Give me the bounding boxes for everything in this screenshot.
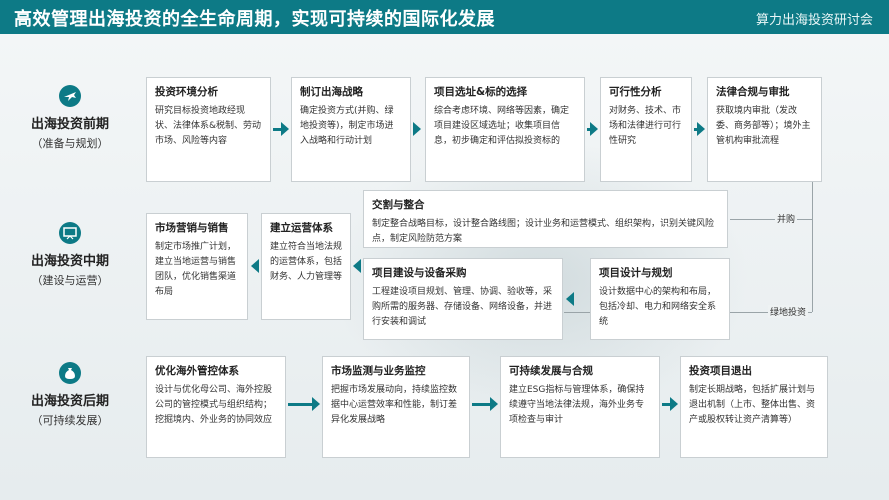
box-title: 法律合规与审批 (716, 86, 790, 98)
stage-pre-name: 出海投资前期 (30, 117, 109, 132)
box-title: 项目建设与设备采购 (372, 267, 467, 279)
mid-box-design: 项目设计与规划 设计数据中心的架构和布局，包括冷却、电力和网络安全系统 (590, 258, 730, 340)
box-title: 可行性分析 (609, 86, 662, 98)
box-body: 设计数据中心的架构和布局，包括冷却、电力和网络安全系统 (599, 287, 717, 327)
box-title: 项目选址&标的选择 (434, 86, 528, 98)
mid-box-marketing: 市场营销与销售 制定市场推广计划，建立当地运营与销售团队，优化销售渠道布局 (146, 213, 248, 320)
box-title: 市场监测与业务监控 (331, 365, 426, 377)
page-title: 高效管理出海投资的全生命周期，实现可持续的国际化发展 (14, 9, 495, 30)
pre-box-feasibility: 可行性分析 对财务、技术、市场和法律进行可行性研究 (600, 77, 692, 182)
post-box-governance: 优化海外管控体系 设计与优化母公司、海外控股公司的管控模式与组织结构；挖掘境内、… (146, 356, 286, 458)
box-body: 综合考虑环境、网络等因素，确定项目建设区域选址；收集项目信息，初步确定和评估拟投… (434, 106, 570, 146)
label-greenfield: 绿地投资 (768, 305, 809, 318)
box-body: 制定整合战略目标，设计整合路线图；设计业务和运营模式、组织架构，识别关键风险点，… (372, 219, 715, 244)
stage-pre: 出海投资前期 （准备与规划） (0, 85, 140, 151)
arrow-left-icon (566, 292, 574, 306)
box-body: 制定市场推广计划，建立当地运营与销售团队，优化销售渠道布局 (155, 242, 237, 297)
pre-box-investment-environment: 投资环境分析 研究目标投资地政经现状、法律体系&税制、劳动市场、风险等内容 (146, 77, 271, 182)
stage-post-sub: （可持续发展） (31, 414, 109, 427)
box-body: 获取境内审批（发改委、商务部等）；境外主管机构审批流程 (716, 106, 811, 146)
arrow-right-icon (590, 122, 598, 136)
box-body: 研究目标投资地政经现状、法律体系&税制、劳动市场、风险等内容 (155, 106, 262, 146)
mid-box-construction: 项目建设与设备采购 工程建设项目规划、管理、协调、验收等，采购所需的服务器、存储… (363, 258, 563, 340)
box-title: 可持续发展与合规 (509, 365, 593, 377)
box-body: 确定投资方式(并购、绿地投资等)，制定市场进入战略和行动计划 (300, 106, 394, 146)
box-title: 优化海外管控体系 (155, 365, 239, 377)
stage-mid-sub: （建设与运营） (31, 274, 109, 287)
stage-pre-sub: （准备与规划） (31, 137, 109, 150)
arrow-left-icon (353, 259, 361, 273)
box-title: 建立运营体系 (270, 222, 333, 234)
arrow-left-icon (251, 259, 259, 273)
arrow-shaft (472, 403, 492, 406)
arrow-right-icon (670, 397, 678, 411)
money-bag-icon (59, 362, 81, 384)
connector-line (730, 219, 812, 220)
arrow-right-icon (281, 122, 289, 136)
box-body: 工程建设项目规划、管理、协调、验收等，采购所需的服务器、存储设备、网络设备，并进… (372, 287, 553, 327)
arrow-right-icon (490, 397, 498, 411)
connector-line (812, 182, 813, 312)
post-box-sustainability: 可持续发展与合规 建立ESG指标与管理体系，确保持续遵守当地法律法规，海外业务专… (500, 356, 660, 458)
pre-box-strategy: 制订出海战略 确定投资方式(并购、绿地投资等)，制定市场进入战略和行动计划 (291, 77, 411, 182)
mid-box-operations: 建立运营体系 建立符合当地法规的运营体系，包括财务、人力管理等 (261, 213, 351, 320)
box-title: 制订出海战略 (300, 86, 363, 98)
arrow-right-icon (312, 397, 320, 411)
box-body: 制定长期战略，包括扩展计划与退出机制（上市、整体出售、资产或股权转让资产清算等） (689, 385, 816, 425)
box-body: 建立ESG指标与管理体系，确保持续遵守当地法律法规，海外业务专项检查与审计 (509, 385, 645, 425)
box-title: 投资项目退出 (689, 365, 752, 377)
arrow-right-icon (697, 122, 705, 136)
arrow-right-icon (413, 122, 421, 136)
airplane-icon (59, 85, 81, 107)
header-bar: 高效管理出海投资的全生命周期，实现可持续的国际化发展 算力出海投资研讨会 (0, 0, 889, 34)
stage-mid-name: 出海投资中期 (30, 254, 109, 269)
pre-box-compliance: 法律合规与审批 获取境内审批（发改委、商务部等）；境外主管机构审批流程 (707, 77, 822, 182)
stage-post-name: 出海投资后期 (30, 394, 109, 409)
box-body: 对财务、技术、市场和法律进行可行性研究 (609, 106, 682, 146)
post-box-monitoring: 市场监测与业务监控 把握市场发展动向，持续监控数据中心运营效率和性能，制订差异化… (322, 356, 470, 458)
stage-post: 出海投资后期 （可持续发展） (0, 362, 140, 428)
box-title: 交割与整合 (372, 199, 425, 211)
post-box-exit: 投资项目退出 制定长期战略，包括扩展计划与退出机制（上市、整体出售、资产或股权转… (680, 356, 828, 458)
page-subtitle: 算力出海投资研讨会 (755, 13, 873, 28)
pre-box-site-selection: 项目选址&标的选择 综合考虑环境、网络等因素，确定项目建设区域选址；收集项目信息… (425, 77, 585, 182)
presentation-board-icon (59, 222, 81, 244)
box-body: 设计与优化母公司、海外控股公司的管控模式与组织结构；挖掘境内、外业务的协同效应 (155, 385, 273, 425)
mid-box-merge: 交割与整合 制定整合战略目标，设计整合路线图；设计业务和运营模式、组织架构，识别… (363, 190, 728, 248)
label-merge: 并购 (775, 212, 798, 225)
box-title: 投资环境分析 (155, 86, 218, 98)
box-title: 市场营销与销售 (155, 222, 229, 234)
arrow-shaft (288, 403, 314, 406)
stage-mid: 出海投资中期 （建设与运营） (0, 222, 140, 288)
box-body: 把握市场发展动向，持续监控数据中心运营效率和性能，制订差异化发展战略 (331, 385, 458, 425)
box-title: 项目设计与规划 (599, 267, 673, 279)
box-body: 建立符合当地法规的运营体系，包括财务、人力管理等 (270, 242, 343, 282)
